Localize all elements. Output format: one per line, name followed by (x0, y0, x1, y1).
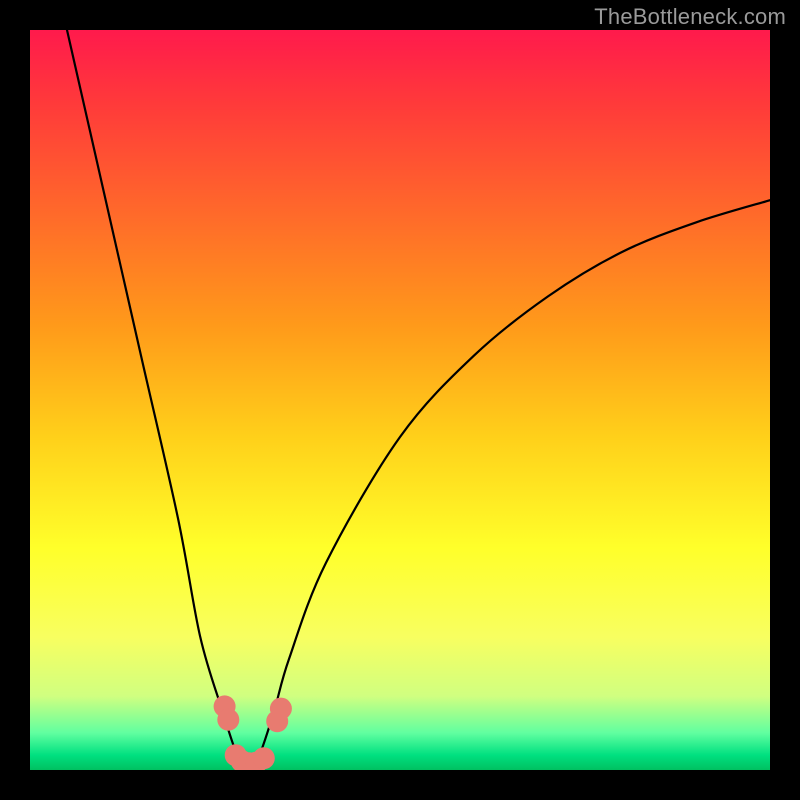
curve-marker (253, 747, 275, 769)
marker-group (214, 695, 292, 770)
chart-plot-area (30, 30, 770, 770)
watermark-text: TheBottleneck.com (594, 4, 786, 30)
bottleneck-curve-line (67, 30, 770, 770)
chart-svg (30, 30, 770, 770)
curve-marker (270, 698, 292, 720)
curve-marker (217, 709, 239, 731)
